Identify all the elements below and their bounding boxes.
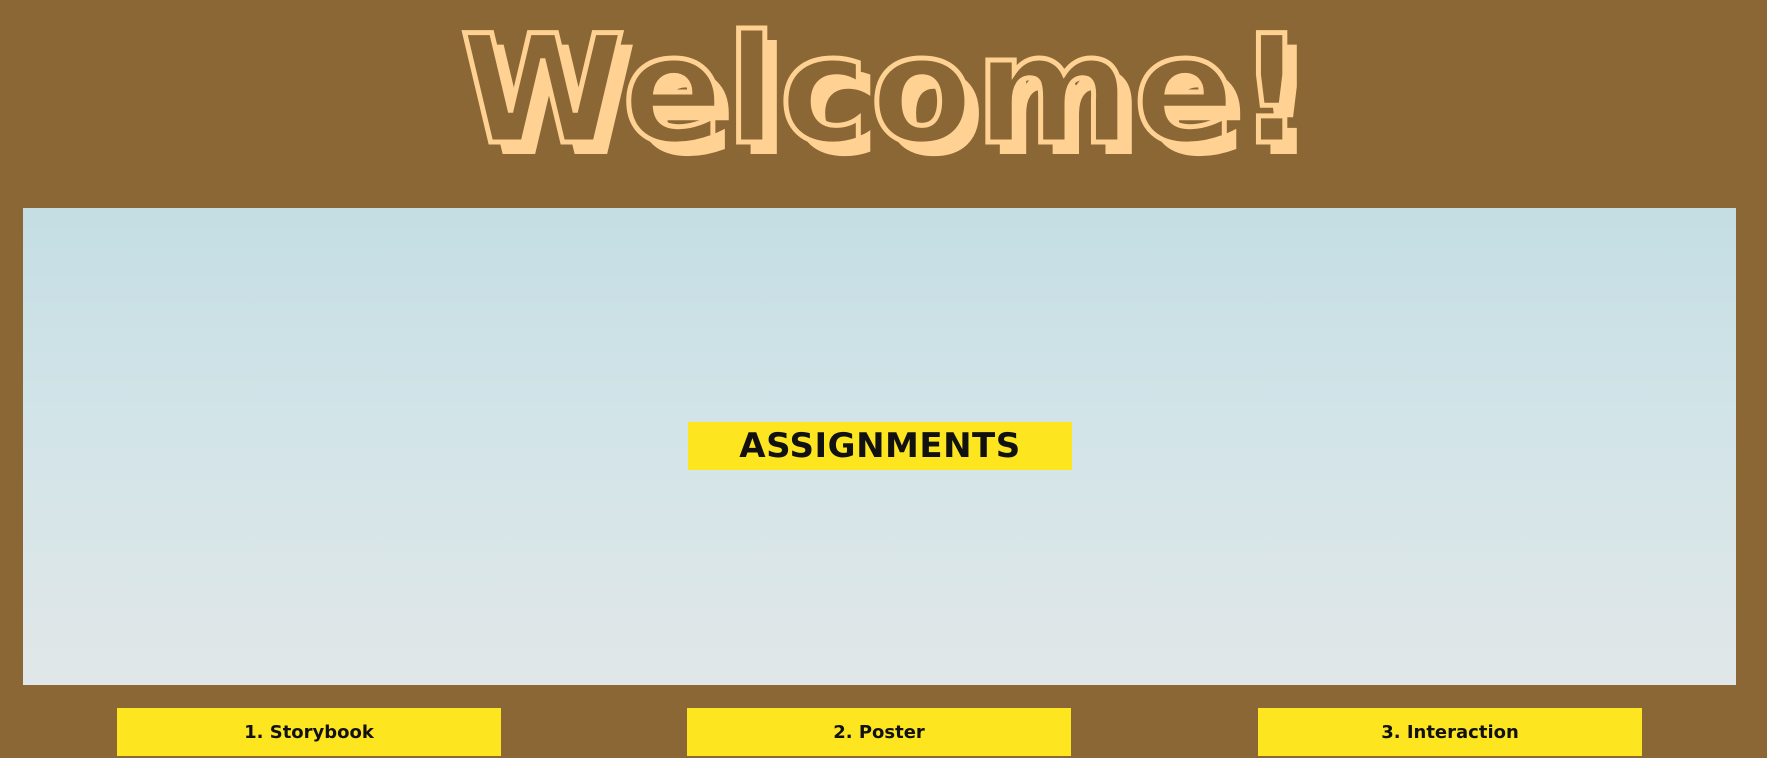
interaction-button[interactable]: 3. Interaction — [1258, 708, 1642, 756]
welcome-title-text: Welcome! — [460, 4, 1308, 178]
storybook-button[interactable]: 1. Storybook — [117, 708, 501, 756]
page: Welcome! Welcome! ASSIGNMENTS 1. Storybo… — [0, 0, 1767, 758]
welcome-title: Welcome! Welcome! — [458, 2, 1318, 191]
welcome-title-graphic: Welcome! Welcome! — [458, 2, 1318, 191]
assignments-button[interactable]: ASSIGNMENTS — [688, 422, 1072, 470]
poster-button[interactable]: 2. Poster — [687, 708, 1071, 756]
